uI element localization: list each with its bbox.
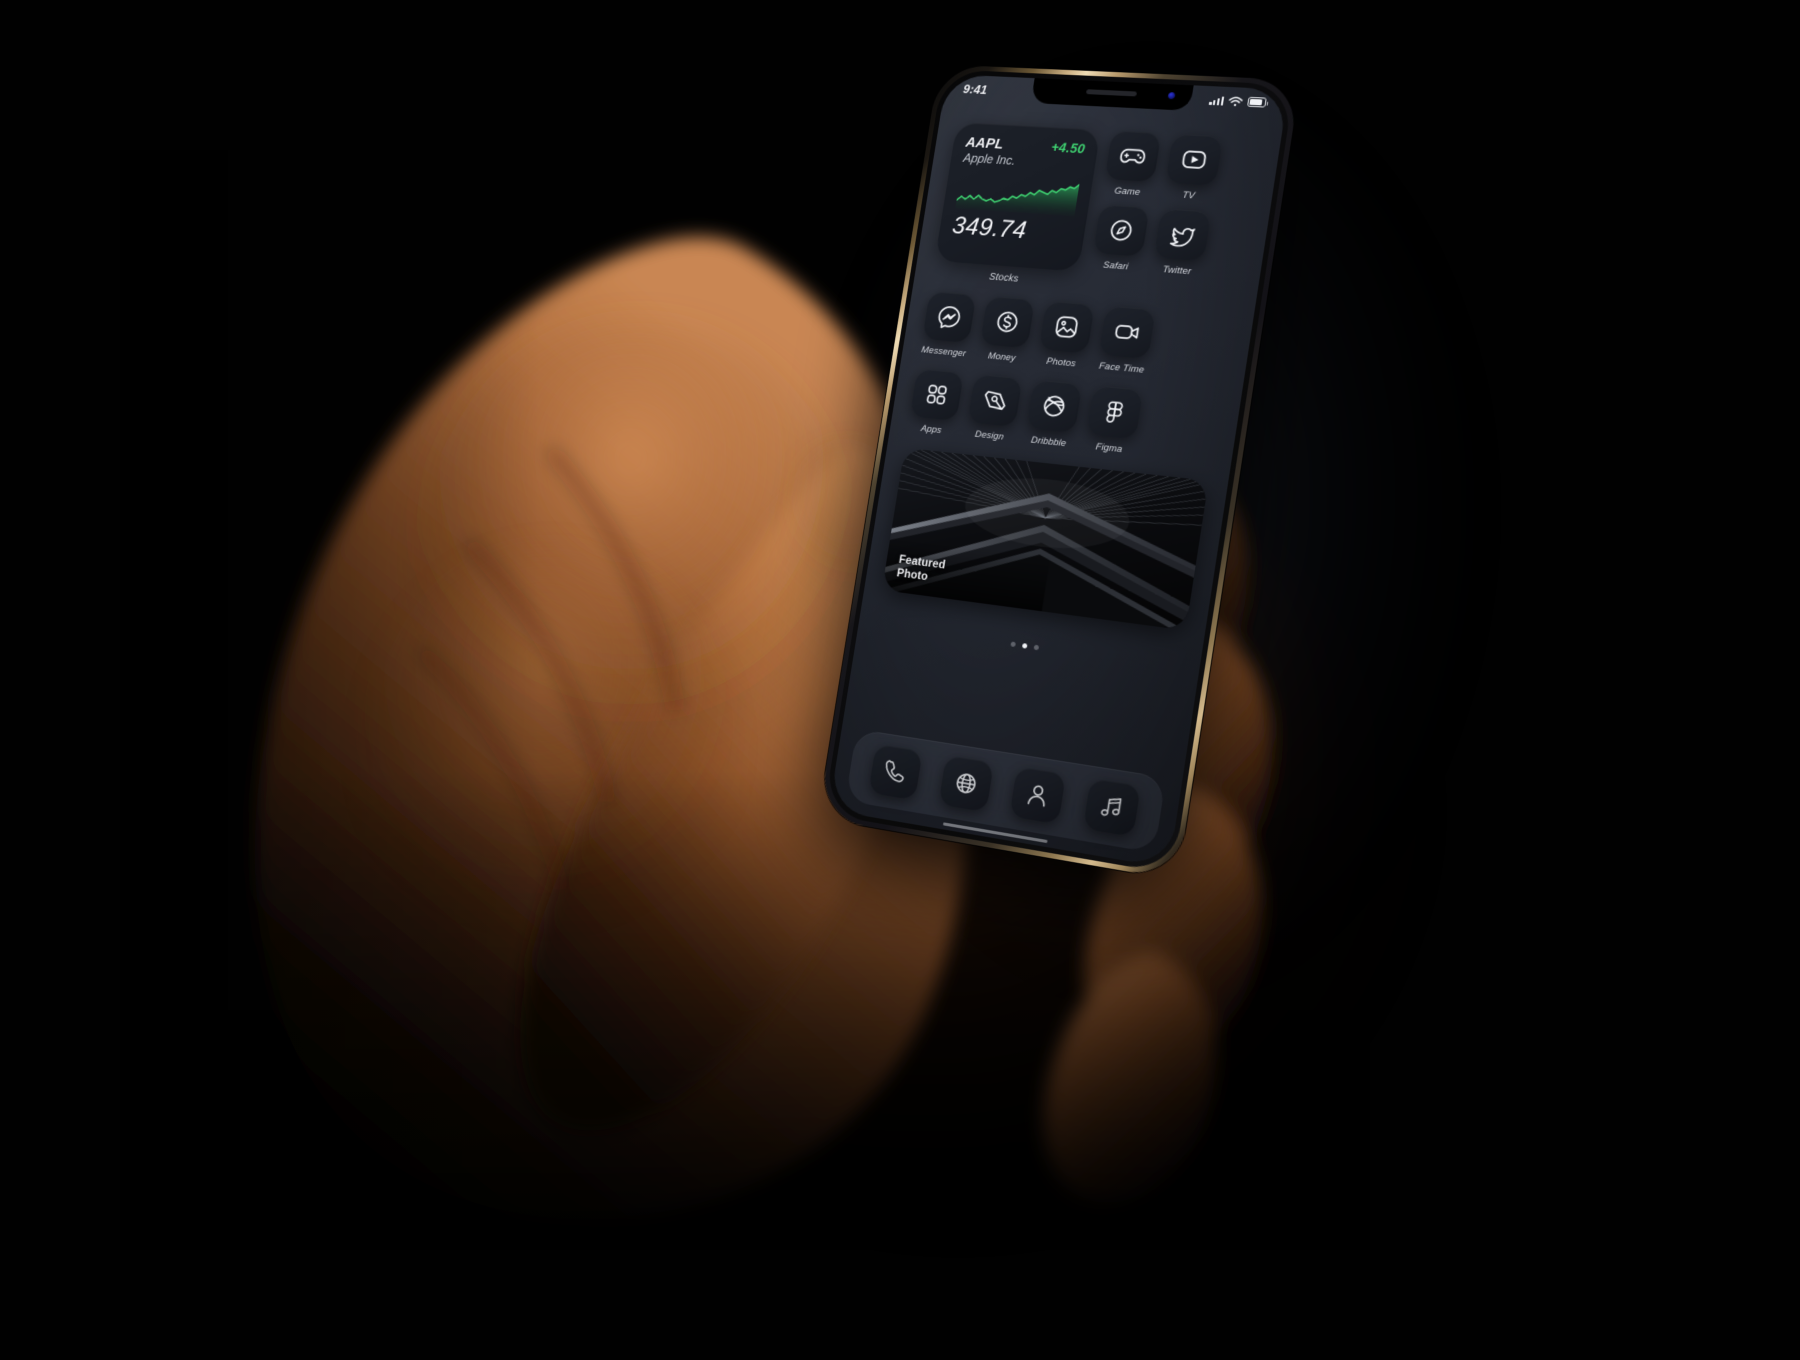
stock-sparkline-chart [955, 170, 1080, 217]
app-icon-game[interactable]: Game [1102, 130, 1162, 198]
app-tile-photos[interactable] [1038, 300, 1095, 354]
screenshot-stage: 9:41 AAPL +4.50 Apple Inc. 349.74 Stocks… [0, 0, 1800, 1360]
app-label-apps: Apps [920, 423, 943, 436]
stocks-widget[interactable]: AAPL +4.50 Apple Inc. 349.74 Stocks [932, 122, 1101, 289]
front-camera-icon [1167, 92, 1176, 100]
app-icon-twitter[interactable]: Twitter [1151, 208, 1212, 278]
app-icon-figma[interactable]: Figma [1084, 385, 1144, 456]
app-label-game: Game [1113, 185, 1141, 198]
stocks-widget-label: Stocks [988, 271, 1020, 285]
app-label-figma: Figma [1094, 441, 1124, 456]
featured-photo-widget[interactable]: Featured Photo [881, 447, 1209, 631]
pen-nib-icon [978, 384, 1011, 416]
app-tile-figma[interactable] [1086, 385, 1144, 440]
app-row-3: Messenger Money Photos Face Time [920, 291, 1235, 383]
app-tile-facetime[interactable] [1098, 305, 1156, 360]
app-icon-facetime[interactable]: Face Time [1096, 305, 1156, 376]
messenger-icon [933, 301, 965, 332]
home-screen: AAPL +4.50 Apple Inc. 349.74 Stocks Game… [829, 102, 1284, 868]
app-label-messenger: Messenger [920, 344, 967, 360]
app-icon-photos[interactable]: Photos [1036, 300, 1095, 371]
dribbble-ball-icon [1037, 390, 1071, 422]
twitter-bird-icon [1165, 219, 1200, 251]
app-label-safari: Safari [1102, 259, 1129, 273]
wifi-icon [1228, 95, 1244, 106]
stock-change: +4.50 [1050, 139, 1087, 157]
page-dot-3[interactable] [1033, 644, 1039, 651]
video-camera-icon [1110, 316, 1144, 348]
status-time: 9:41 [962, 82, 989, 97]
status-icon-group [1209, 95, 1267, 109]
page-indicator-dots[interactable] [876, 623, 1180, 670]
stocks-header: AAPL +4.50 [965, 135, 1087, 157]
tv-play-icon [1177, 144, 1212, 175]
app-icon-safari[interactable]: Safari [1090, 204, 1150, 273]
signal-bars-icon [1209, 95, 1225, 106]
figma-icon [1098, 396, 1132, 429]
grid-squares-icon [921, 379, 953, 411]
app-label-twitter: Twitter [1161, 264, 1192, 278]
stock-symbol: AAPL [964, 135, 1005, 153]
gamepad-icon [1116, 141, 1150, 172]
featured-photo-caption: Featured Photo [896, 553, 947, 587]
iphone-device: 9:41 AAPL +4.50 Apple Inc. 349.74 Stocks… [817, 64, 1301, 881]
app-tile-money[interactable] [979, 295, 1035, 349]
app-tile-messenger[interactable] [922, 291, 977, 343]
app-tile-safari[interactable] [1093, 204, 1150, 257]
dollar-coin-icon [991, 306, 1024, 337]
app-tile-game[interactable] [1104, 130, 1162, 183]
page-dot-2-active[interactable] [1021, 643, 1028, 649]
app-label-money: Money [987, 350, 1017, 364]
dock-item-phone[interactable] [868, 743, 923, 801]
app-row-1: Game TV [1102, 130, 1262, 205]
compass-icon [1104, 215, 1138, 246]
device-screen: 9:41 AAPL +4.50 Apple Inc. 349.74 Stocks… [828, 74, 1289, 869]
battery-icon [1247, 97, 1267, 108]
earpiece-speaker-icon [1085, 89, 1138, 97]
app-row-2: Safari Twitter [1090, 204, 1249, 281]
app-icon-tv[interactable]: TV [1163, 133, 1224, 203]
featured-photo-caption-line1: Featured [898, 553, 947, 572]
phone-icon [880, 756, 910, 788]
app-icon-messenger[interactable]: Messenger [920, 291, 977, 359]
top-widget-row: AAPL +4.50 Apple Inc. 349.74 Stocks Game… [932, 122, 1262, 302]
app-tile-design[interactable] [967, 373, 1023, 428]
app-icon-apps[interactable]: Apps [907, 368, 964, 437]
app-label-dribbble: Dribbble [1030, 434, 1067, 450]
stocks-widget-card[interactable]: AAPL +4.50 Apple Inc. 349.74 [934, 122, 1101, 272]
app-label-facetime: Face Time [1098, 360, 1145, 376]
app-tile-twitter[interactable] [1153, 208, 1212, 262]
stock-company-name: Apple Inc. [962, 151, 1017, 168]
app-label-photos: Photos [1045, 355, 1077, 370]
featured-photo-image [881, 447, 1209, 631]
app-tile-tv[interactable] [1165, 133, 1224, 186]
stock-price: 349.74 [950, 212, 1029, 245]
top-right-app-block: Game TV Safari Twitter [1087, 130, 1261, 302]
app-icon-design[interactable]: Design [965, 373, 1023, 444]
app-tile-apps[interactable] [909, 368, 964, 421]
app-tile-dribbble[interactable] [1026, 379, 1083, 434]
app-row-4: Apps Design Dribbble Figma [907, 368, 1221, 464]
app-icon-dribbble[interactable]: Dribbble [1024, 379, 1083, 449]
page-dot-1[interactable] [1009, 641, 1016, 648]
app-icon-money[interactable]: Money [977, 295, 1035, 365]
featured-photo-caption-line2: Photo [895, 567, 929, 584]
photo-icon [1050, 311, 1084, 343]
app-label-design: Design [974, 428, 1005, 443]
app-label-tv: TV [1181, 189, 1196, 202]
